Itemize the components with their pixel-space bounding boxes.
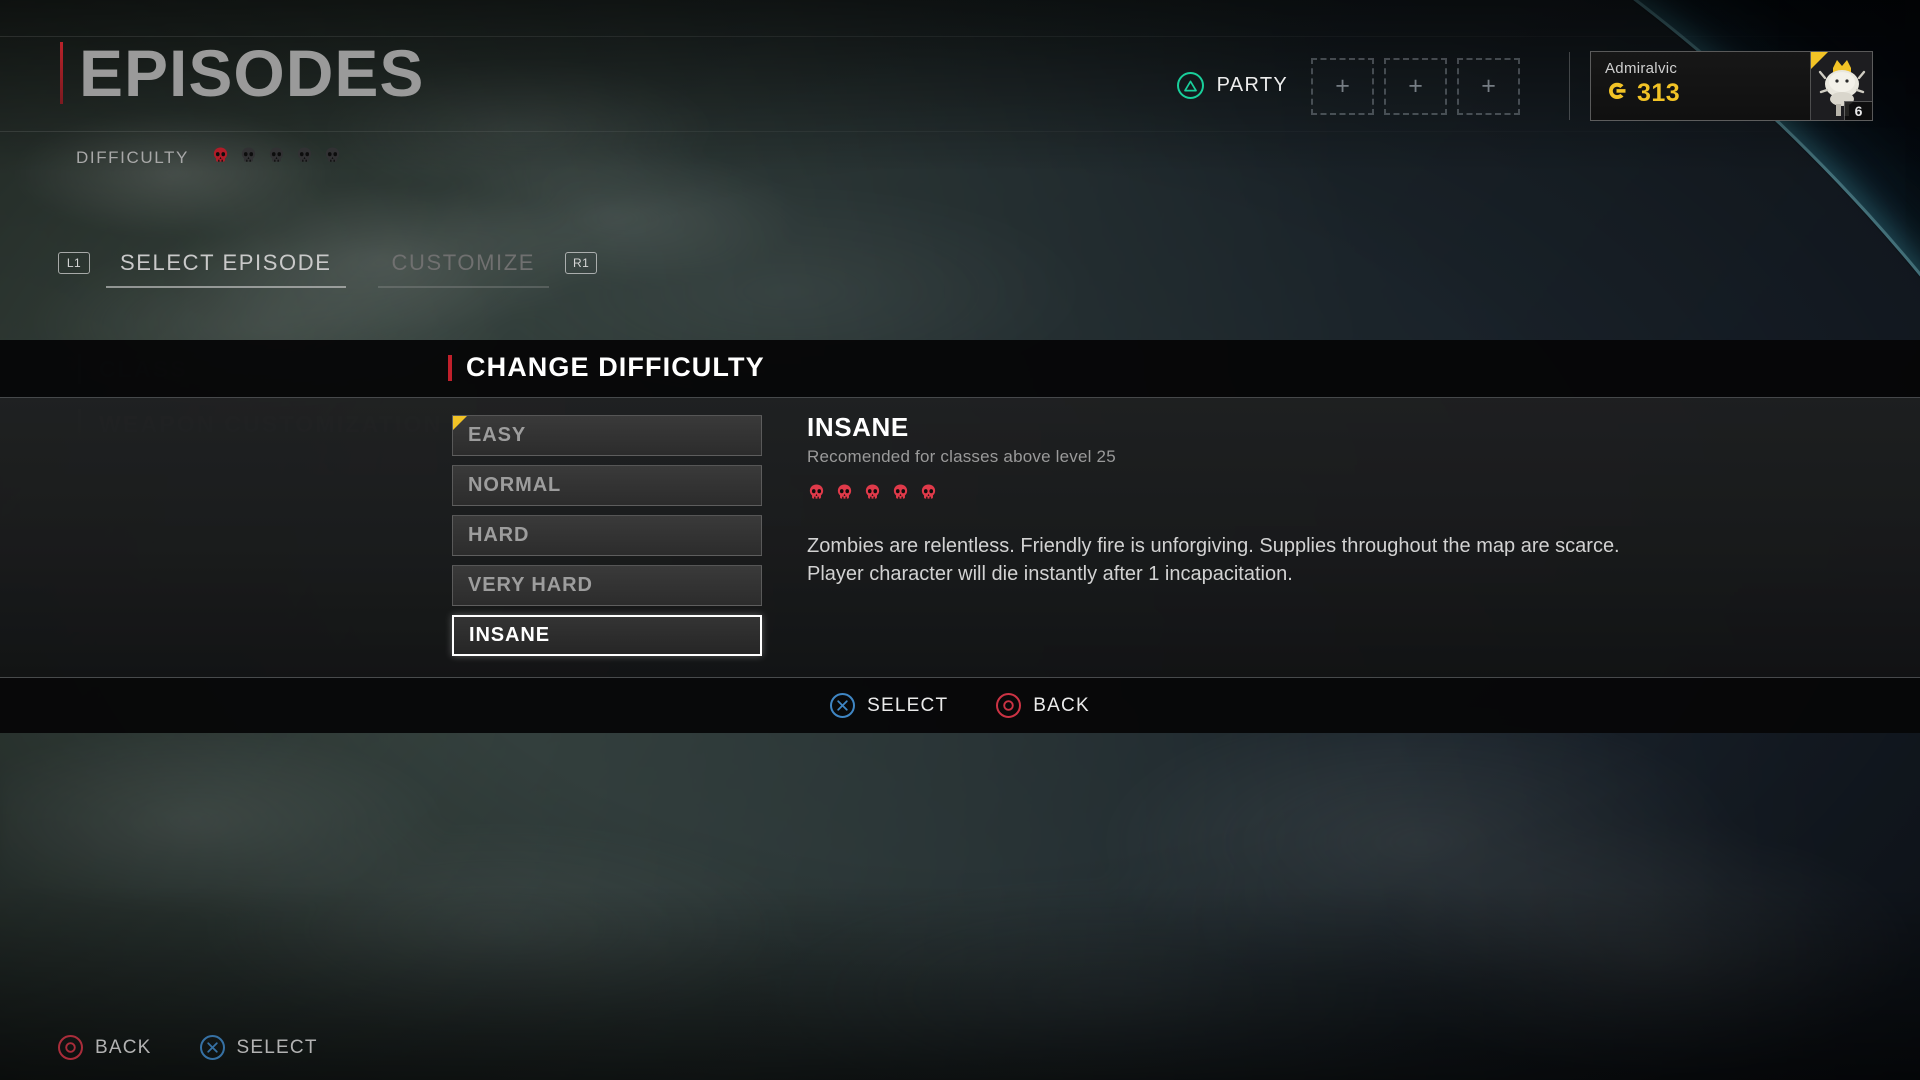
tab-select-episode-label: SELECT EPISODE bbox=[120, 250, 332, 275]
skull-icon bbox=[239, 146, 258, 170]
prompt-select[interactable]: SELECT bbox=[199, 1035, 318, 1060]
difficulty-option-list: EASY NORMAL HARD VERY HARD INSANE bbox=[452, 415, 762, 656]
prompt-label: SELECT bbox=[236, 1036, 318, 1058]
tab-underline bbox=[377, 286, 550, 288]
playstation-triangle-icon bbox=[1176, 72, 1204, 99]
party-slot-2[interactable]: + bbox=[1384, 58, 1447, 115]
party-label: PARTY bbox=[1216, 74, 1288, 96]
s-currency-icon bbox=[1605, 79, 1629, 108]
party-slot-3[interactable]: + bbox=[1457, 58, 1520, 115]
difficulty-option-label: NORMAL bbox=[468, 474, 562, 496]
difficulty-option-insane[interactable]: INSANE bbox=[452, 615, 762, 656]
avatar[interactable]: 6 bbox=[1810, 52, 1872, 120]
player-info: Admiralvic 313 bbox=[1591, 52, 1810, 120]
skull-icon bbox=[807, 483, 826, 507]
skull-icon bbox=[211, 146, 230, 170]
difficulty-option-label: EASY bbox=[468, 424, 527, 446]
modal-header-backdrop bbox=[0, 340, 1920, 397]
skull-icon bbox=[835, 483, 854, 507]
difficulty-option-label: VERY HARD bbox=[468, 574, 593, 596]
skull-icon bbox=[267, 146, 286, 170]
skull-icon bbox=[323, 146, 342, 170]
player-card[interactable]: Admiralvic 313 6 bbox=[1590, 51, 1873, 121]
modal-accent-bar bbox=[448, 354, 452, 381]
player-currency: 313 bbox=[1605, 79, 1810, 108]
difficulty-indicator: DIFFICULTY bbox=[76, 146, 342, 170]
circle-button-icon bbox=[996, 693, 1022, 718]
party-slot-1[interactable]: + bbox=[1311, 58, 1374, 115]
party-button[interactable]: PARTY bbox=[1176, 72, 1288, 99]
prompt-select[interactable]: SELECT bbox=[830, 693, 948, 718]
tab-select-episode[interactable]: SELECT EPISODE bbox=[90, 243, 362, 288]
difficulty-option-label: HARD bbox=[468, 524, 530, 546]
skull-icon bbox=[919, 483, 938, 507]
player-name: Admiralvic bbox=[1605, 60, 1678, 77]
cross-button-icon bbox=[830, 693, 856, 718]
tab-customize-label: CUSTOMIZE bbox=[391, 250, 536, 275]
currency-value: 313 bbox=[1637, 79, 1681, 107]
party-slots: + + + bbox=[1311, 58, 1520, 115]
detail-description: Zombies are relentless. Friendly fire is… bbox=[807, 535, 1620, 586]
page-title: EPISODES bbox=[79, 36, 425, 110]
skull-icon bbox=[891, 483, 910, 507]
left-bumper-icon[interactable]: L1 bbox=[58, 252, 90, 274]
difficulty-option-label: INSANE bbox=[469, 624, 550, 646]
modal-header: CHANGE DIFFICULTY bbox=[448, 352, 765, 383]
tab-customize[interactable]: CUSTOMIZE bbox=[362, 243, 566, 288]
skull-icon bbox=[863, 483, 882, 507]
tab-bar: L1 SELECT EPISODE CUSTOMIZE R1 bbox=[58, 243, 598, 288]
modal-prompt-bar: SELECT BACK bbox=[0, 678, 1920, 733]
header-bottom-divider bbox=[0, 131, 1920, 132]
difficulty-option-easy[interactable]: EASY bbox=[452, 415, 762, 456]
detail-title: INSANE bbox=[807, 412, 909, 442]
prompt-label: BACK bbox=[1033, 694, 1090, 716]
bottom-prompt-bar: BACK SELECT bbox=[58, 1035, 318, 1060]
difficulty-label: DIFFICULTY bbox=[76, 148, 189, 167]
detail-skull-rating bbox=[807, 483, 1667, 507]
difficulty-detail-panel: INSANE Recomended for classes above leve… bbox=[807, 412, 1667, 589]
difficulty-option-very-hard[interactable]: VERY HARD bbox=[452, 565, 762, 606]
prompt-label: SELECT bbox=[867, 694, 949, 716]
detail-subtitle: Recomended for classes above level 25 bbox=[807, 447, 1116, 466]
difficulty-option-normal[interactable]: NORMAL bbox=[452, 465, 762, 506]
modal-title: CHANGE DIFFICULTY bbox=[466, 352, 765, 382]
prompt-label: BACK bbox=[95, 1036, 152, 1058]
cross-button-icon bbox=[199, 1035, 225, 1060]
prompt-back[interactable]: BACK bbox=[58, 1035, 152, 1060]
prompt-back[interactable]: BACK bbox=[996, 693, 1090, 718]
difficulty-option-hard[interactable]: HARD bbox=[452, 515, 762, 556]
tab-underline bbox=[106, 286, 346, 288]
circle-button-icon bbox=[58, 1035, 83, 1060]
difficulty-skull-strip bbox=[211, 146, 342, 170]
page-title-block: EPISODES bbox=[60, 40, 424, 106]
player-level-badge: 6 bbox=[1844, 101, 1872, 120]
title-accent-bar bbox=[60, 42, 63, 104]
skull-icon bbox=[295, 146, 314, 170]
right-bumper-icon[interactable]: R1 bbox=[565, 252, 598, 274]
avatar-corner-marker bbox=[1811, 52, 1828, 69]
game-menu-screen: EPISODES DIFFICULTY PARTY + + + Admiralvic bbox=[0, 0, 1920, 1080]
hud-divider bbox=[1569, 52, 1570, 120]
